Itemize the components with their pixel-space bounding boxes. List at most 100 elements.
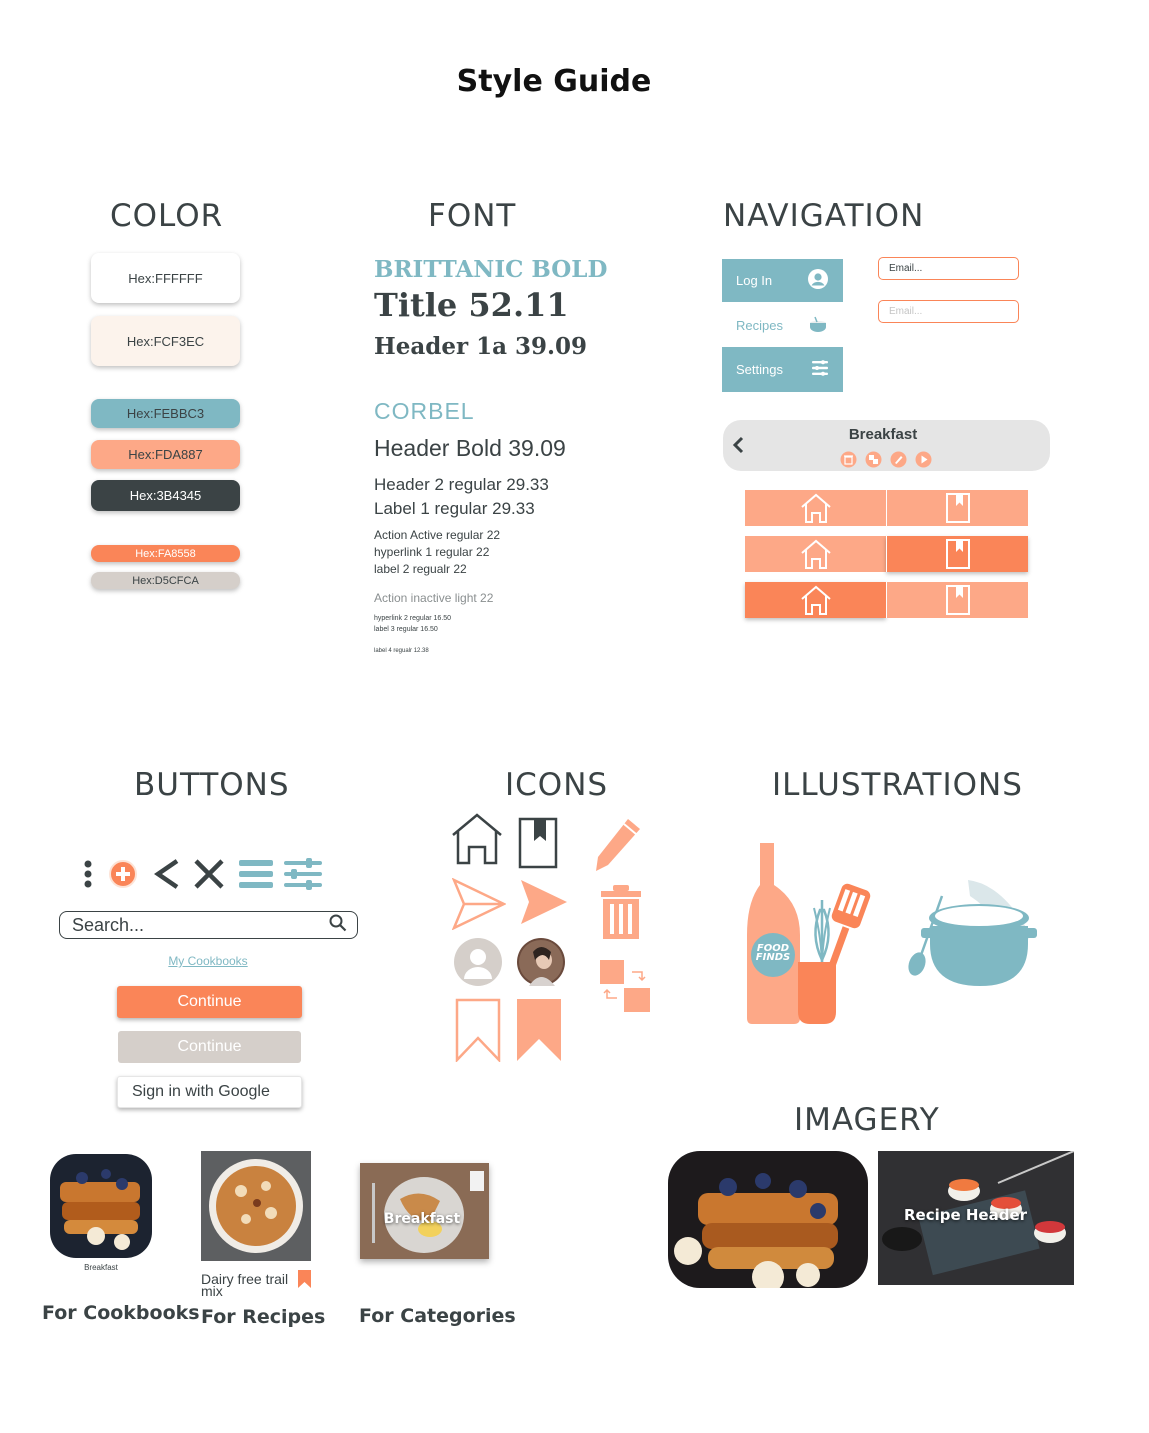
color-swatch-d5cfca: Hex:D5CFCA bbox=[91, 572, 240, 589]
close-icon[interactable] bbox=[193, 858, 225, 894]
trash-icon bbox=[599, 883, 643, 945]
email-field-inactive-placeholder: Email... bbox=[889, 306, 923, 317]
tab-bookmark[interactable] bbox=[886, 582, 1028, 618]
color-swatch-fa8558: Hex:FA8558 bbox=[91, 545, 240, 562]
settings-sliders-icon bbox=[811, 360, 829, 379]
font-action-active: Action Active regular 22 bbox=[374, 528, 501, 542]
tab-bookmark[interactable] bbox=[886, 490, 1028, 526]
tab-home-active[interactable] bbox=[745, 582, 886, 618]
bookmark-book-icon bbox=[518, 817, 558, 873]
recipe-card-caption: Dairy free trail mix bbox=[201, 1271, 289, 1299]
add-circle-icon[interactable] bbox=[108, 859, 138, 893]
font-title-sample: Title 52.11 bbox=[374, 286, 569, 324]
color-swatch-teal: Hex:FEBBC3 bbox=[91, 399, 240, 428]
icons-section-title: ICONS bbox=[505, 767, 609, 803]
nav-login-label: Log In bbox=[736, 273, 773, 288]
continue-button-active[interactable]: Continue bbox=[117, 986, 302, 1018]
cookbook-card-image[interactable] bbox=[50, 1154, 152, 1258]
nav-settings-label: Settings bbox=[736, 362, 783, 377]
tab-home[interactable] bbox=[745, 536, 886, 572]
font-header2: Header 2 regular 29.33 bbox=[374, 475, 549, 494]
categories-card-label: For Categories bbox=[359, 1305, 516, 1327]
home-outline-icon bbox=[800, 493, 831, 523]
play-small-icon[interactable] bbox=[915, 451, 932, 472]
font-header-bold: Header Bold 39.09 bbox=[374, 435, 566, 461]
swap-arrange-icon bbox=[599, 958, 651, 1018]
font-label2: label 2 regualr 22 bbox=[374, 562, 467, 576]
menu-hamburger-icon[interactable] bbox=[239, 859, 273, 893]
font-label1: Label 1 regular 29.33 bbox=[374, 499, 535, 518]
font-label4: label 4 regualr 12.38 bbox=[374, 648, 429, 654]
continue-button-inactive[interactable]: Continue bbox=[118, 1031, 301, 1063]
bottle-utensils-illustration: FOOD FINDS bbox=[742, 840, 876, 1026]
copy-small-icon[interactable] bbox=[865, 451, 882, 472]
bottle-label: FOOD FINDS bbox=[755, 943, 791, 963]
category-top-bar: Breakfast bbox=[723, 420, 1050, 471]
more-vertical-icon[interactable] bbox=[82, 858, 94, 894]
bottom-tab-bar-state-3 bbox=[745, 582, 1028, 618]
nav-item-settings[interactable]: Settings bbox=[722, 347, 843, 392]
recipes-card-label: For Recipes bbox=[201, 1306, 326, 1328]
font-action-inactive: Action inactive light 22 bbox=[374, 591, 494, 605]
bookmark-book-icon bbox=[945, 539, 970, 569]
imagery-section-title: IMAGERY bbox=[794, 1102, 940, 1138]
nav-item-login[interactable]: Log In bbox=[722, 259, 843, 302]
search-input[interactable]: Search... bbox=[59, 911, 358, 939]
font-header1a-sample: Header 1a 39.09 bbox=[374, 333, 588, 360]
page-title: Style Guide bbox=[456, 64, 652, 99]
bookmark-book-icon bbox=[945, 585, 970, 615]
my-cookbooks-link[interactable]: My Cookbooks bbox=[0, 954, 416, 968]
font-brittanic-heading: BRITTANIC BOLD bbox=[374, 256, 608, 283]
font-hyperlink2: hyperlink 2 regular 16.50 bbox=[374, 615, 452, 622]
font-label3: label 3 regular 16.50 bbox=[374, 626, 438, 633]
bottom-tab-bar-state-2 bbox=[745, 536, 1028, 572]
bottom-tab-bar-state-1 bbox=[745, 490, 1028, 526]
edit-small-icon[interactable] bbox=[890, 451, 907, 472]
color-swatch-fcf3ec: Hex:FCF3EC bbox=[91, 316, 240, 366]
cooking-pot-illustration bbox=[906, 874, 1038, 996]
bookmark-filled-icon bbox=[516, 998, 562, 1066]
color-swatch-3b4345: Hex:3B4345 bbox=[91, 480, 240, 511]
home-outline-icon bbox=[800, 539, 831, 569]
home-outline-icon bbox=[800, 585, 831, 615]
email-field-active[interactable]: Email... bbox=[878, 257, 1019, 280]
nav-recipes-label: Recipes bbox=[736, 317, 783, 333]
search-icon[interactable] bbox=[329, 914, 347, 936]
email-field-inactive[interactable]: Email... bbox=[878, 300, 1019, 323]
home-icon bbox=[450, 812, 504, 870]
pencil-icon bbox=[594, 817, 642, 877]
category-bar-title: Breakfast bbox=[848, 426, 918, 443]
font-corbel-heading: CORBEL bbox=[374, 398, 475, 424]
user-photo-avatar bbox=[517, 938, 565, 990]
tab-home[interactable] bbox=[745, 490, 886, 526]
tab-bookmark-active[interactable] bbox=[886, 536, 1028, 572]
filter-sliders-icon[interactable] bbox=[284, 858, 322, 894]
back-chevron-icon[interactable] bbox=[153, 858, 181, 894]
category-card-caption: Breakfast bbox=[383, 1211, 461, 1227]
font-hyperlink1: hyperlink 1 regular 22 bbox=[374, 545, 490, 559]
recipe-card-image[interactable] bbox=[201, 1151, 311, 1261]
email-field-active-placeholder: Email... bbox=[889, 263, 923, 274]
send-outline-icon bbox=[451, 877, 507, 934]
color-section-title: COLOR bbox=[110, 198, 224, 234]
bookmark-outline-icon bbox=[455, 998, 501, 1066]
send-filled-icon bbox=[519, 878, 569, 930]
french-toast-image bbox=[668, 1151, 868, 1288]
pot-icon bbox=[807, 314, 829, 337]
default-avatar-icon bbox=[454, 938, 502, 990]
color-swatch-fda887: Hex:FDA887 bbox=[91, 440, 240, 469]
google-signin-button[interactable]: Sign in with Google bbox=[117, 1076, 302, 1108]
recipe-header-title: Recipe Header bbox=[903, 1206, 1028, 1224]
bookmark-filled-icon[interactable] bbox=[298, 1270, 311, 1292]
nav-item-recipes[interactable]: Recipes bbox=[722, 305, 843, 345]
buttons-section-title: BUTTONS bbox=[134, 767, 290, 803]
navigation-section-title: NAVIGATION bbox=[723, 198, 925, 234]
illustrations-section-title: ILLUSTRATIONS bbox=[772, 767, 1023, 803]
cookbook-card-caption: Breakfast bbox=[84, 1263, 118, 1272]
user-icon bbox=[807, 268, 829, 293]
cookbooks-card-label: For Cookbooks bbox=[42, 1302, 200, 1324]
trash-small-icon[interactable] bbox=[840, 451, 857, 472]
font-section-title: FONT bbox=[428, 198, 517, 234]
color-swatch-ffffff: Hex:FFFFFF bbox=[91, 253, 240, 303]
bookmark-book-icon bbox=[945, 493, 970, 523]
